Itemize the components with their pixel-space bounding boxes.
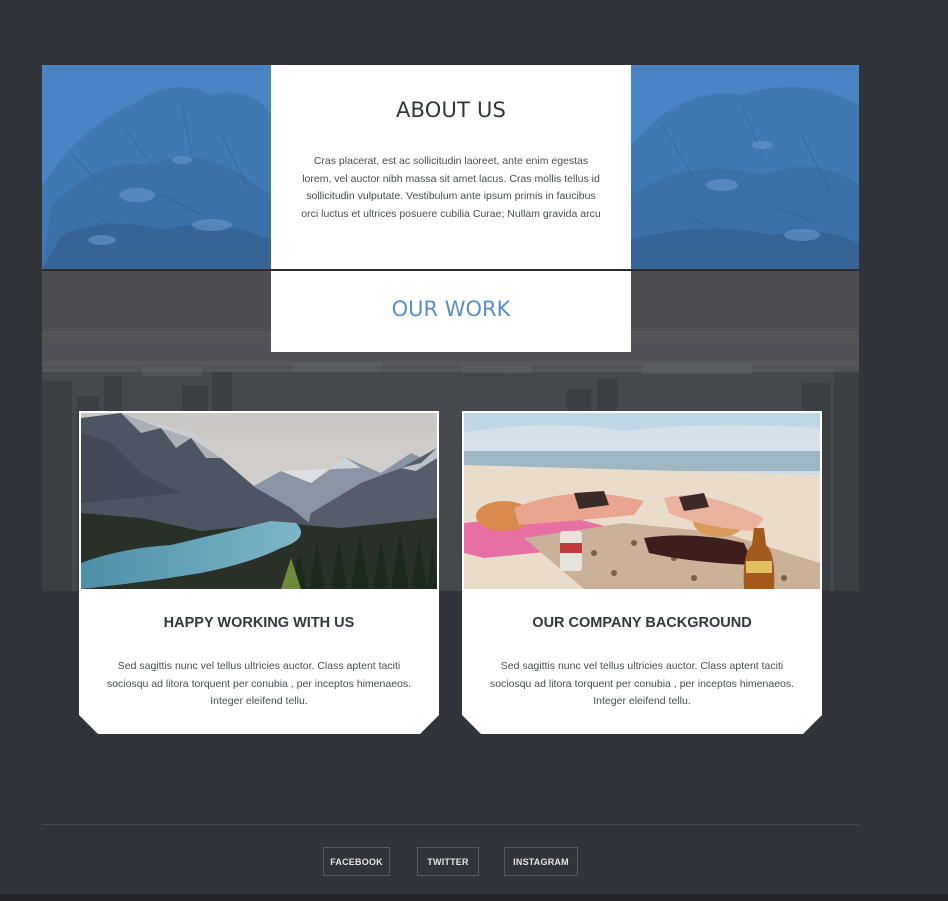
project-title: HAPPY WORKING WITH US xyxy=(163,615,355,631)
project-card-company-background[interactable]: OUR COMPANY BACKGROUND Sed sagittis nunc… xyxy=(462,411,822,734)
facebook-button[interactable]: FACEBOOK xyxy=(323,847,390,876)
work-title-card: OUR WORK xyxy=(271,271,631,352)
mountain-lake-photo xyxy=(81,413,437,589)
footer-divider xyxy=(42,824,859,825)
project-title: OUR COMPANY BACKGROUND xyxy=(532,615,752,631)
page-bottom-bar xyxy=(0,894,948,901)
about-description: Cras placerat, est ac sollicitudin laore… xyxy=(301,155,601,220)
work-title: OUR WORK xyxy=(391,297,511,321)
project-card-happy-working[interactable]: HAPPY WORKING WITH US Sed sagittis nunc … xyxy=(79,411,439,734)
twitter-button[interactable]: TWITTER xyxy=(417,847,479,876)
project-description: Sed sagittis nunc vel tellus ultricies a… xyxy=(106,660,412,707)
about-card: ABOUT US Cras placerat, est ac sollicitu… xyxy=(271,65,631,270)
beach-sunbathing-photo xyxy=(464,413,820,589)
about-title: ABOUT US xyxy=(395,98,507,122)
instagram-button[interactable]: INSTAGRAM xyxy=(504,847,578,876)
project-description: Sed sagittis nunc vel tellus ultricies a… xyxy=(489,660,795,707)
